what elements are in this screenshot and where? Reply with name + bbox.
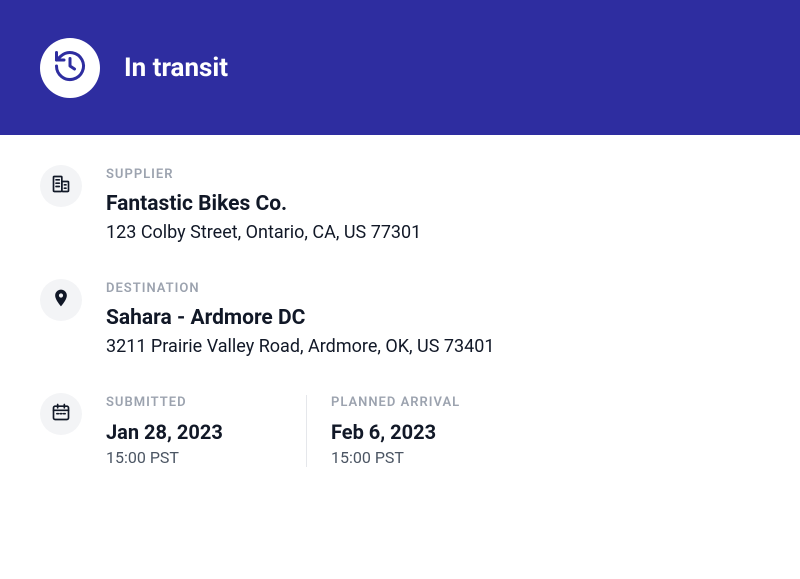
planned-arrival-date: Feb 6, 2023 xyxy=(331,420,482,444)
building-icon xyxy=(51,174,71,198)
dates-icon-circle xyxy=(40,393,82,435)
destination-address: 3211 Prairie Valley Road, Ardmore, OK, U… xyxy=(106,336,760,357)
destination-label: DESTINATION xyxy=(106,281,760,296)
dates-section: SUBMITTED Jan 28, 2023 15:00 PST PLANNED… xyxy=(40,393,760,467)
history-clock-icon xyxy=(52,48,88,88)
planned-arrival-col: PLANNED ARRIVAL Feb 6, 2023 15:00 PST xyxy=(306,395,506,467)
supplier-address: 123 Colby Street, Ontario, CA, US 77301 xyxy=(106,222,760,243)
submitted-date: Jan 28, 2023 xyxy=(106,420,282,444)
destination-body: DESTINATION Sahara - Ardmore DC 3211 Pra… xyxy=(106,279,760,357)
destination-name: Sahara - Ardmore DC xyxy=(106,306,760,330)
shipment-details: SUPPLIER Fantastic Bikes Co. 123 Colby S… xyxy=(0,135,800,467)
submitted-label: SUBMITTED xyxy=(106,395,282,410)
destination-section: DESTINATION Sahara - Ardmore DC 3211 Pra… xyxy=(40,279,760,357)
submitted-time: 15:00 PST xyxy=(106,448,282,467)
status-icon-circle xyxy=(40,38,100,98)
planned-arrival-label: PLANNED ARRIVAL xyxy=(331,395,482,410)
destination-icon-circle xyxy=(40,279,82,321)
map-pin-icon xyxy=(51,288,71,312)
status-header: In transit xyxy=(0,0,800,135)
supplier-body: SUPPLIER Fantastic Bikes Co. 123 Colby S… xyxy=(106,165,760,243)
supplier-icon-circle xyxy=(40,165,82,207)
supplier-name: Fantastic Bikes Co. xyxy=(106,192,760,216)
status-title: In transit xyxy=(124,53,228,83)
submitted-col: SUBMITTED Jan 28, 2023 15:00 PST xyxy=(106,395,306,467)
calendar-icon xyxy=(51,402,71,426)
supplier-section: SUPPLIER Fantastic Bikes Co. 123 Colby S… xyxy=(40,165,760,243)
supplier-label: SUPPLIER xyxy=(106,167,760,182)
dates-body: SUBMITTED Jan 28, 2023 15:00 PST PLANNED… xyxy=(106,393,760,467)
planned-arrival-time: 15:00 PST xyxy=(331,448,482,467)
